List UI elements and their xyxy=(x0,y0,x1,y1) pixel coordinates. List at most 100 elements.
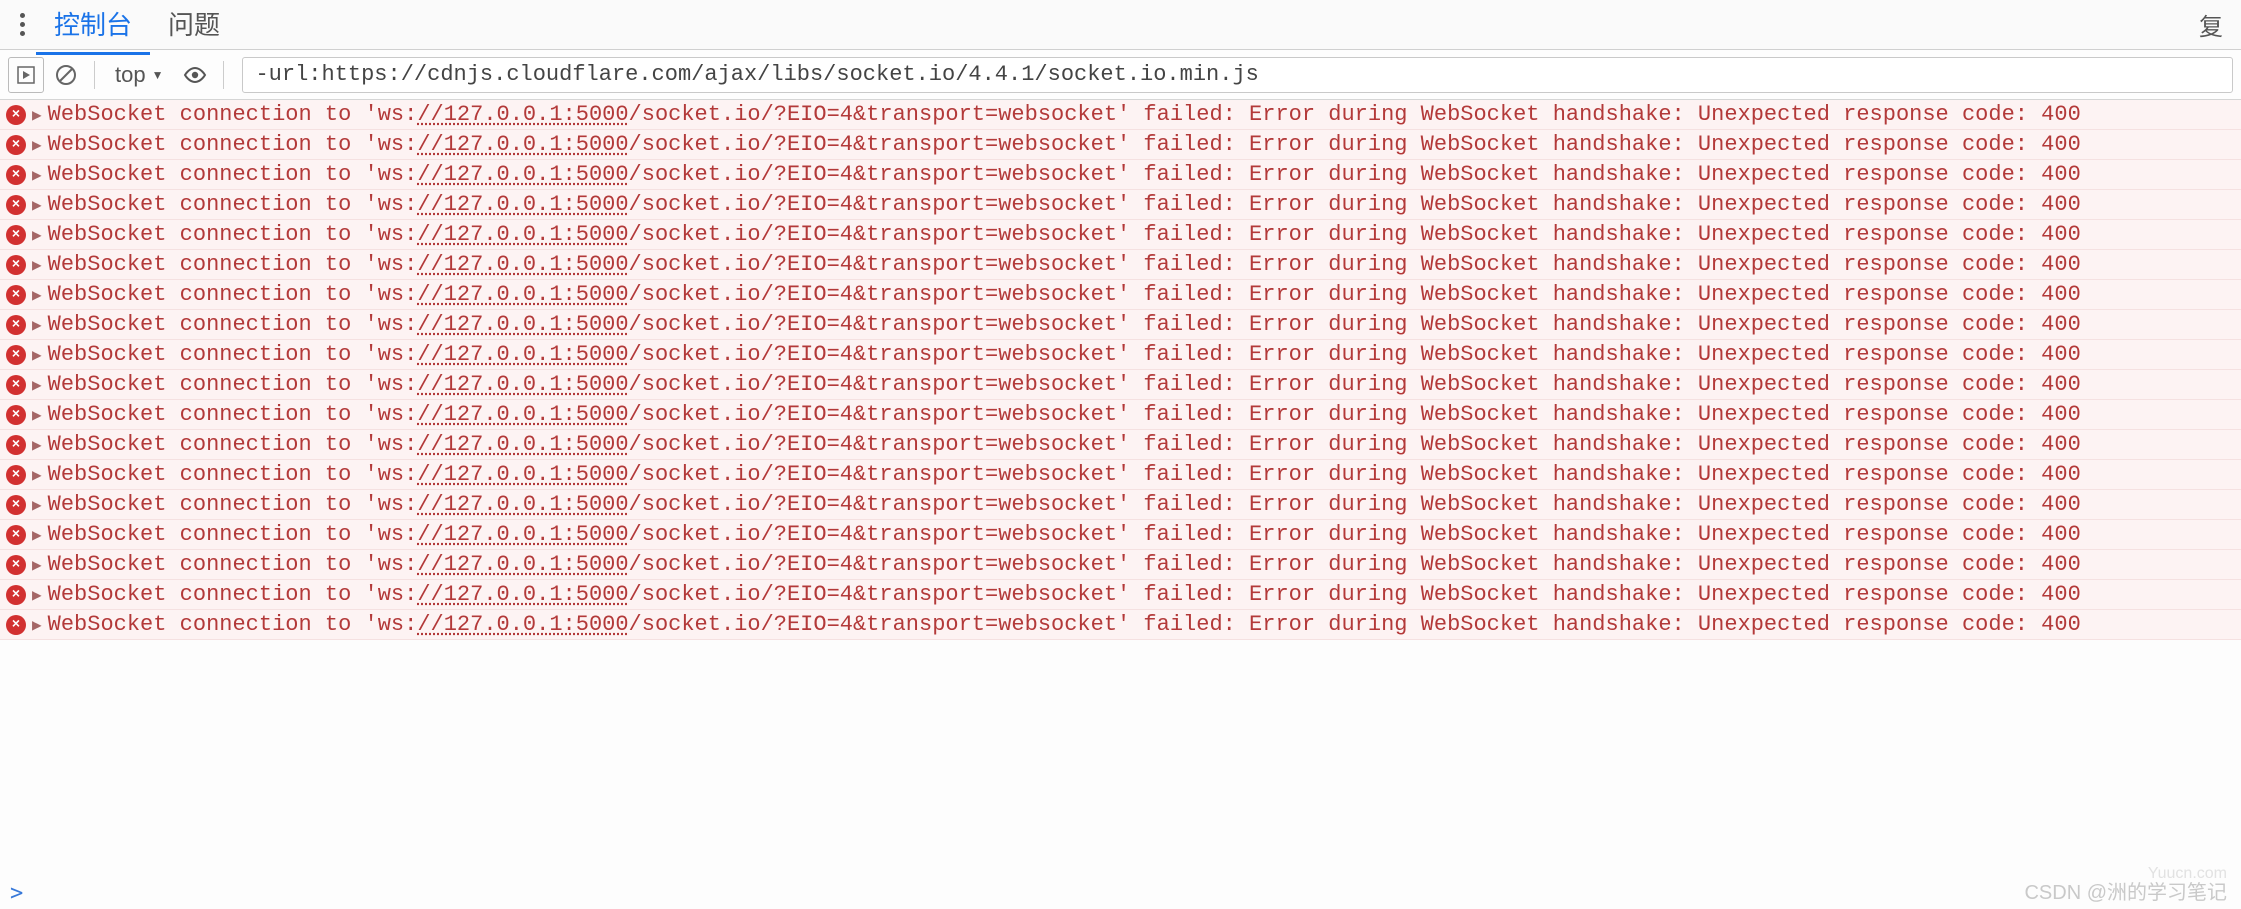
expand-caret-icon[interactable]: ▶ xyxy=(32,435,42,455)
clear-console-button[interactable] xyxy=(48,57,84,93)
error-message: WebSocket connection to 'ws://127.0.0.1:… xyxy=(48,312,2081,337)
ws-url: //127.0.0.1:5000 xyxy=(417,342,628,367)
expand-caret-icon[interactable]: ▶ xyxy=(32,315,42,335)
clear-icon xyxy=(55,64,77,86)
error-message: WebSocket connection to 'ws://127.0.0.1:… xyxy=(48,282,2081,307)
console-prompt[interactable]: > xyxy=(0,879,2241,908)
watermark: Yuucn.com CSDN @洲的学习笔记 xyxy=(2024,876,2227,905)
expand-caret-icon[interactable]: ▶ xyxy=(32,465,42,485)
console-error-row: ×▶WebSocket connection to 'ws://127.0.0.… xyxy=(0,220,2241,250)
ws-url: //127.0.0.1:5000 xyxy=(417,552,628,577)
error-message: WebSocket connection to 'ws://127.0.0.1:… xyxy=(48,222,2081,247)
console-error-row: × ▶ WebSocket connection to 'ws://127.0.0.… xyxy=(0,610,2241,640)
expand-caret-icon[interactable]: ▶ xyxy=(32,255,42,275)
expand-caret-icon[interactable]: ▶ xyxy=(32,105,42,125)
error-icon: × xyxy=(6,345,26,365)
chevron-right-icon: > xyxy=(10,881,23,906)
error-message: WebSocket connection to 'ws://127.0.0.1:… xyxy=(48,552,2081,577)
expand-caret-icon[interactable]: ▶ xyxy=(32,285,42,305)
error-message: WebSocket connection to 'ws://127.0.0.1:… xyxy=(48,102,2081,127)
console-error-row: × ▶ WebSocket connection to 'ws://127.0.0.… xyxy=(0,460,2241,490)
error-message: WebSocket connection to 'ws://127.0.0.1:… xyxy=(48,612,2081,637)
expand-caret-icon[interactable]: ▶ xyxy=(32,495,42,515)
expand-caret-icon[interactable]: ▶ xyxy=(32,345,42,365)
expand-caret-icon[interactable]: ▶ xyxy=(32,615,42,635)
error-icon: × xyxy=(6,615,26,635)
ws-url: //127.0.0.1:5000 xyxy=(417,192,628,217)
error-icon: × xyxy=(6,525,26,545)
play-in-box-icon xyxy=(17,66,35,84)
console-error-row: ×▶WebSocket connection to 'ws://127.0.0.… xyxy=(0,190,2241,220)
devtools-tabbar: 控制台 问题 复 xyxy=(0,0,2241,50)
expand-caret-icon[interactable]: ▶ xyxy=(32,195,42,215)
error-icon: × xyxy=(6,375,26,395)
ws-url: //127.0.0.1:5000 xyxy=(417,492,628,517)
console-error-row: × ▶ WebSocket connection to 'ws://127.0.0.… xyxy=(0,100,2241,130)
console-error-row: ×▶WebSocket connection to 'ws://127.0.0.… xyxy=(0,490,2241,520)
ws-url: //127.0.0.1:5000 xyxy=(417,432,628,457)
error-icon: × xyxy=(6,285,26,305)
console-error-row: × ▶ WebSocket connection to 'ws://127.0.0.… xyxy=(0,520,2241,550)
eye-icon xyxy=(183,63,207,87)
tab-issues[interactable]: 问题 xyxy=(150,0,238,55)
error-icon: × xyxy=(6,135,26,155)
console-toolbar: top xyxy=(0,50,2241,100)
error-icon: × xyxy=(6,465,26,485)
error-message: WebSocket connection to 'ws://127.0.0.1:… xyxy=(48,372,2081,397)
error-message: WebSocket connection to 'ws://127.0.0.1:… xyxy=(48,132,2081,157)
ws-url: //127.0.0.1:5000 xyxy=(417,402,628,427)
ws-url: //127.0.0.1:5000 xyxy=(417,102,628,127)
console-error-row: ×▶WebSocket connection to 'ws://127.0.0.… xyxy=(0,430,2241,460)
ws-url: //127.0.0.1:5000 xyxy=(417,162,628,187)
console-error-row: × ▶ WebSocket connection to 'ws://127.0.0.… xyxy=(0,250,2241,280)
error-message: WebSocket connection to 'ws://127.0.0.1:… xyxy=(48,252,2081,277)
console-error-row: × ▶ WebSocket connection to 'ws://127.0.0.… xyxy=(0,550,2241,580)
ws-url: //127.0.0.1:5000 xyxy=(417,312,628,337)
copy-button[interactable]: 复 xyxy=(2189,1,2233,48)
toolbar-divider xyxy=(223,61,224,89)
error-message: WebSocket connection to 'ws://127.0.0.1:… xyxy=(48,582,2081,607)
console-filter-input[interactable] xyxy=(242,57,2233,93)
error-icon: × xyxy=(6,585,26,605)
error-icon: × xyxy=(6,255,26,275)
error-message: WebSocket connection to 'ws://127.0.0.1:… xyxy=(48,522,2081,547)
ws-url: //127.0.0.1:5000 xyxy=(417,282,628,307)
live-expression-button[interactable] xyxy=(177,57,213,93)
ws-url: //127.0.0.1:5000 xyxy=(417,612,628,637)
console-error-row: × ▶ WebSocket connection to 'ws://127.0.0.… xyxy=(0,370,2241,400)
kebab-menu-icon[interactable] xyxy=(8,5,36,44)
error-icon: × xyxy=(6,555,26,575)
console-error-row: × ▶ WebSocket connection to 'ws://127.0.0.… xyxy=(0,580,2241,610)
ws-url: //127.0.0.1:5000 xyxy=(417,582,628,607)
expand-caret-icon[interactable]: ▶ xyxy=(32,165,42,185)
error-icon: × xyxy=(6,105,26,125)
error-message: WebSocket connection to 'ws://127.0.0.1:… xyxy=(48,432,2081,457)
error-message: WebSocket connection to 'ws://127.0.0.1:… xyxy=(48,462,2081,487)
ws-url: //127.0.0.1:5000 xyxy=(417,132,628,157)
toggle-sidebar-button[interactable] xyxy=(8,57,44,93)
context-selector[interactable]: top xyxy=(105,58,173,92)
error-message: WebSocket connection to 'ws://127.0.0.1:… xyxy=(48,342,2081,367)
expand-caret-icon[interactable]: ▶ xyxy=(32,135,42,155)
expand-caret-icon[interactable]: ▶ xyxy=(32,555,42,575)
console-error-row: ×▶WebSocket connection to 'ws://127.0.0.… xyxy=(0,160,2241,190)
ws-url: //127.0.0.1:5000 xyxy=(417,462,628,487)
error-icon: × xyxy=(6,405,26,425)
ws-url: //127.0.0.1:5000 xyxy=(417,522,628,547)
console-error-row: × ▶ WebSocket connection to 'ws://127.0.0.… xyxy=(0,340,2241,370)
console-error-row: × ▶ WebSocket connection to 'ws://127.0.0.… xyxy=(0,130,2241,160)
error-message: WebSocket connection to 'ws://127.0.0.1:… xyxy=(48,162,2081,187)
expand-caret-icon[interactable]: ▶ xyxy=(32,585,42,605)
expand-caret-icon[interactable]: ▶ xyxy=(32,375,42,395)
error-message: WebSocket connection to 'ws://127.0.0.1:… xyxy=(48,492,2081,517)
ws-url: //127.0.0.1:5000 xyxy=(417,252,628,277)
error-icon: × xyxy=(6,315,26,335)
ws-url: //127.0.0.1:5000 xyxy=(417,372,628,397)
error-message: WebSocket connection to 'ws://127.0.0.1:… xyxy=(48,192,2081,217)
console-error-row: × ▶ WebSocket connection to 'ws://127.0.0.… xyxy=(0,280,2241,310)
expand-caret-icon[interactable]: ▶ xyxy=(32,405,42,425)
expand-caret-icon[interactable]: ▶ xyxy=(32,525,42,545)
tab-console[interactable]: 控制台 xyxy=(36,0,150,55)
expand-caret-icon[interactable]: ▶ xyxy=(32,225,42,245)
console-log-area: × ▶ WebSocket connection to 'ws://127.0.0.… xyxy=(0,100,2241,879)
